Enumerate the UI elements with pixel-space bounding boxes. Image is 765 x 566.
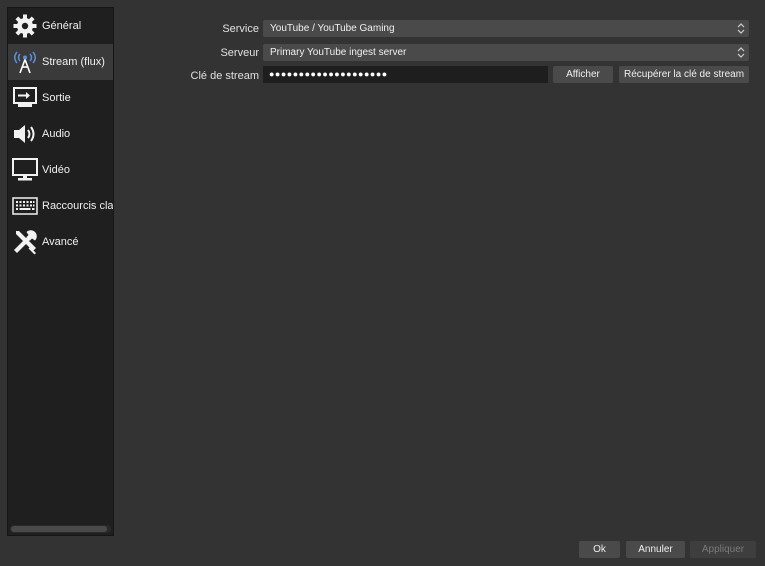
server-select[interactable]: Primary YouTube ingest server bbox=[263, 44, 749, 61]
updown-chevron-icon bbox=[735, 46, 747, 59]
stream-key-label: Clé de stream bbox=[190, 70, 259, 82]
sidebar-item-label: Sortie bbox=[42, 92, 71, 104]
updown-chevron-icon bbox=[735, 22, 747, 35]
monitor-icon bbox=[11, 156, 39, 184]
sidebar-horizontal-scrollbar[interactable] bbox=[10, 525, 111, 533]
sidebar-item-label: Vidéo bbox=[42, 164, 70, 176]
keyboard-icon bbox=[11, 192, 39, 220]
sidebar-item-video[interactable]: Vidéo bbox=[8, 152, 113, 188]
tools-icon bbox=[11, 228, 39, 256]
sidebar-item-hotkeys[interactable]: Raccourcis clavier bbox=[8, 188, 113, 224]
sidebar-item-stream[interactable]: Stream (flux) bbox=[8, 44, 113, 80]
service-label: Service bbox=[222, 23, 259, 35]
settings-sidebar: Général Stream (flux) Sortie Audio Vidéo… bbox=[7, 7, 114, 536]
sidebar-item-label: Général bbox=[42, 20, 82, 32]
service-select-value: YouTube / YouTube Gaming bbox=[270, 23, 395, 34]
sidebar-item-advanced[interactable]: Avancé bbox=[8, 224, 113, 260]
speaker-icon bbox=[11, 120, 39, 148]
server-select-value: Primary YouTube ingest server bbox=[270, 47, 407, 58]
sidebar-item-label: Raccourcis clavier bbox=[42, 200, 114, 212]
server-label: Serveur bbox=[220, 47, 259, 59]
sidebar-item-label: Avancé bbox=[42, 236, 79, 248]
service-select[interactable]: YouTube / YouTube Gaming bbox=[263, 20, 749, 37]
stream-key-input[interactable]: ●●●●●●●●●●●●●●●●●●●● bbox=[263, 66, 548, 83]
sidebar-item-label: Audio bbox=[42, 128, 71, 140]
show-key-button[interactable]: Afficher bbox=[553, 66, 613, 83]
output-icon bbox=[11, 84, 39, 112]
ok-button[interactable]: Ok bbox=[579, 541, 620, 558]
scrollbar-thumb[interactable] bbox=[11, 526, 107, 532]
gear-icon bbox=[11, 12, 39, 40]
cancel-button[interactable]: Annuler bbox=[626, 541, 685, 558]
settings-window: Général Stream (flux) Sortie Audio Vidéo… bbox=[0, 0, 765, 566]
sidebar-item-output[interactable]: Sortie bbox=[8, 80, 113, 116]
sidebar-item-general[interactable]: Général bbox=[8, 8, 113, 44]
apply-button[interactable]: Appliquer bbox=[690, 541, 756, 558]
sidebar-item-audio[interactable]: Audio bbox=[8, 116, 113, 152]
sidebar-item-label: Stream (flux) bbox=[42, 56, 105, 68]
broadcast-tower-icon bbox=[11, 48, 39, 76]
get-stream-key-button[interactable]: Récupérer la clé de stream bbox=[619, 66, 749, 83]
